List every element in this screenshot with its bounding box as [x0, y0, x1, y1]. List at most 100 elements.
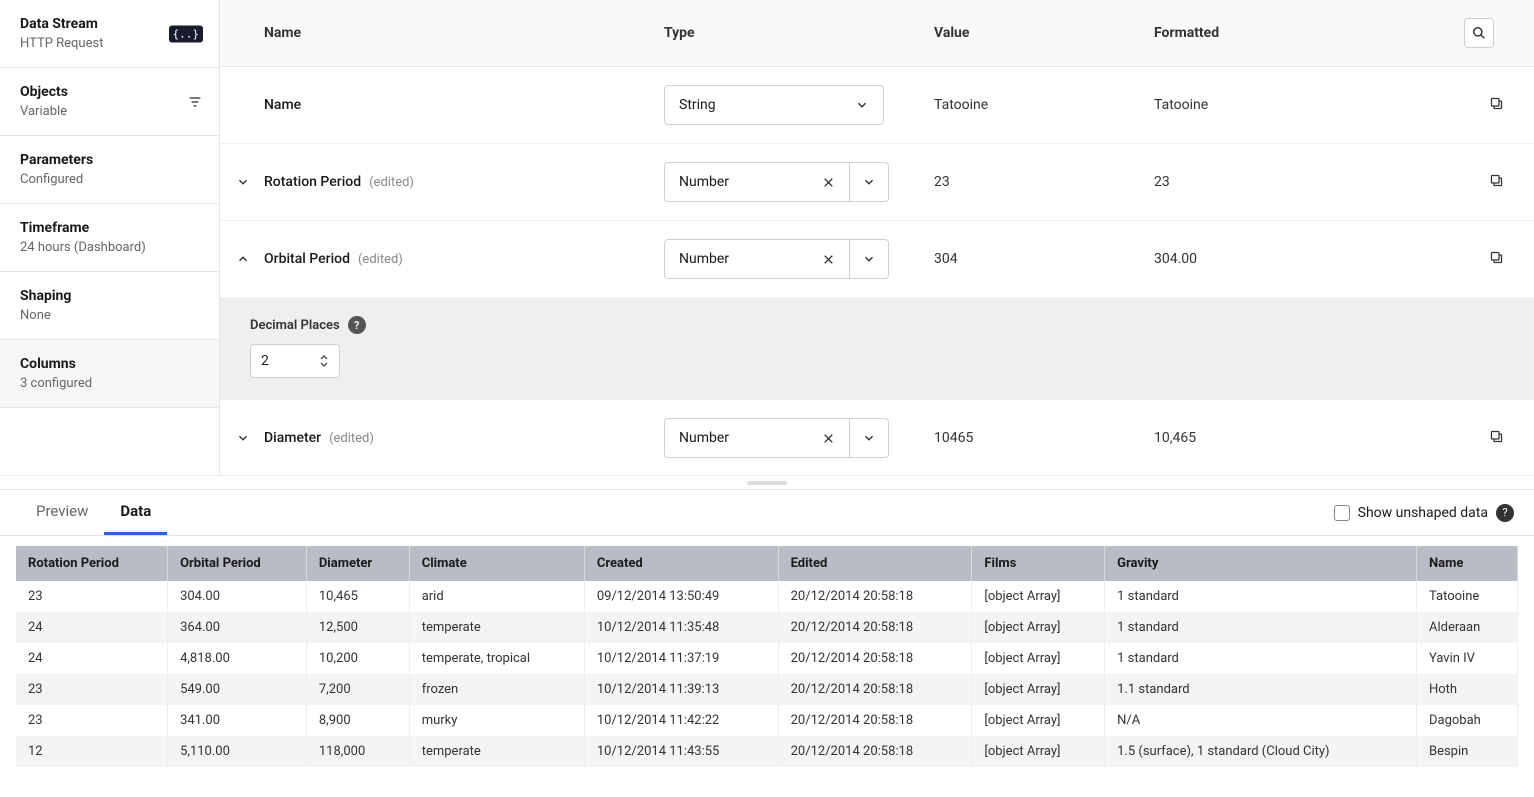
grid-cell: 10/12/2014 11:35:48 — [584, 612, 778, 643]
header-formatted: Formatted — [1154, 25, 1464, 41]
grid-cell: 10/12/2014 11:37:19 — [584, 643, 778, 674]
grid-cell: [object Array] — [972, 581, 1105, 612]
grid-header[interactable]: Diameter — [306, 546, 409, 581]
grid-header[interactable]: Climate — [409, 546, 584, 581]
stepper-icon[interactable] — [319, 353, 329, 369]
grid-cell: Dagobah — [1416, 705, 1517, 736]
grid-cell: frozen — [409, 674, 584, 705]
decimal-places-input[interactable]: 2 — [250, 344, 340, 378]
copy-icon[interactable] — [1489, 250, 1504, 265]
config-sidebar: Data Stream HTTP Request {..} Objects Va… — [0, 0, 220, 475]
type-select[interactable]: Number — [664, 239, 849, 279]
sidebar-item-columns[interactable]: Columns 3 configured — [0, 340, 219, 408]
table-row: 244,818.0010,200temperate, tropical10/12… — [16, 643, 1518, 674]
tab-data[interactable]: Data — [104, 490, 167, 535]
grid-cell: Alderaan — [1416, 612, 1517, 643]
grid-cell: 5,110.00 — [168, 736, 307, 767]
column-value: 304 — [934, 251, 1154, 267]
tab-preview[interactable]: Preview — [20, 490, 104, 535]
column-row: Name String Tatooine Tatooine — [220, 67, 1534, 144]
sidebar-item-objects[interactable]: Objects Variable — [0, 68, 219, 136]
data-grid-wrap[interactable]: Rotation PeriodOrbital PeriodDiameterCli… — [0, 536, 1534, 797]
grid-cell: N/A — [1105, 705, 1417, 736]
sidebar-item-subtitle: None — [20, 308, 199, 323]
sidebar-item-subtitle: Configured — [20, 172, 199, 187]
column-name: Orbital Period — [264, 251, 350, 267]
clear-icon[interactable] — [822, 432, 835, 445]
filter-icon — [187, 94, 203, 110]
clear-icon[interactable] — [822, 253, 835, 266]
grid-header[interactable]: Edited — [778, 546, 972, 581]
grid-cell: Hoth — [1416, 674, 1517, 705]
table-row: 23341.008,900murky10/12/2014 11:42:2220/… — [16, 705, 1518, 736]
grid-header[interactable]: Created — [584, 546, 778, 581]
column-value: Tatooine — [934, 97, 1154, 113]
column-value: 10465 — [934, 430, 1154, 446]
type-dropdown-button[interactable] — [849, 239, 889, 279]
grid-cell: 20/12/2014 20:58:18 — [778, 581, 972, 612]
copy-icon[interactable] — [1489, 429, 1504, 444]
column-formatted: Tatooine — [1154, 97, 1464, 113]
copy-icon[interactable] — [1489, 173, 1504, 188]
column-row: Diameter(edited) Number 10465 10,465 — [220, 400, 1534, 475]
grid-cell: temperate — [409, 612, 584, 643]
help-icon[interactable]: ? — [1496, 504, 1514, 522]
type-select[interactable]: String — [664, 85, 884, 125]
sidebar-item-subtitle: Variable — [20, 104, 199, 119]
type-select-value: String — [679, 97, 716, 113]
copy-icon[interactable] — [1489, 96, 1504, 111]
grid-cell: 20/12/2014 20:58:18 — [778, 612, 972, 643]
type-select[interactable]: Number — [664, 418, 849, 458]
type-select-value: Number — [679, 251, 729, 267]
grid-cell: 10/12/2014 11:42:22 — [584, 705, 778, 736]
sidebar-item-title: Columns — [20, 356, 199, 372]
grid-cell: 1 standard — [1105, 643, 1417, 674]
grid-cell: 10,465 — [306, 581, 409, 612]
grid-cell: arid — [409, 581, 584, 612]
chevron-down-icon — [855, 98, 869, 112]
edited-tag: (edited) — [329, 431, 374, 446]
grid-cell: 364.00 — [168, 612, 307, 643]
grid-cell: 1.1 standard — [1105, 674, 1417, 705]
expand-toggle[interactable] — [236, 431, 264, 445]
edited-tag: (edited) — [358, 252, 403, 267]
grid-cell: 4,818.00 — [168, 643, 307, 674]
clear-icon[interactable] — [822, 176, 835, 189]
sidebar-item-parameters[interactable]: Parameters Configured — [0, 136, 219, 204]
sidebar-item-title: Objects — [20, 84, 199, 100]
type-dropdown-button[interactable] — [849, 162, 889, 202]
type-select[interactable]: Number — [664, 162, 849, 202]
table-row: 23549.007,200frozen10/12/2014 11:39:1320… — [16, 674, 1518, 705]
sidebar-item-shaping[interactable]: Shaping None — [0, 272, 219, 340]
grid-cell: 20/12/2014 20:58:18 — [778, 736, 972, 767]
type-dropdown-button[interactable] — [849, 418, 889, 458]
grid-header[interactable]: Films — [972, 546, 1105, 581]
grid-cell: Yavin IV — [1416, 643, 1517, 674]
unshaped-checkbox[interactable] — [1334, 505, 1350, 521]
column-value: 23 — [934, 174, 1154, 190]
table-row: 125,110.00118,000temperate10/12/2014 11:… — [16, 736, 1518, 767]
sidebar-item-timeframe[interactable]: Timeframe 24 hours (Dashboard) — [0, 204, 219, 272]
table-row: 24364.0012,500temperate10/12/2014 11:35:… — [16, 612, 1518, 643]
grid-header[interactable]: Gravity — [1105, 546, 1417, 581]
grid-cell: 20/12/2014 20:58:18 — [778, 705, 972, 736]
grid-cell: 09/12/2014 13:50:49 — [584, 581, 778, 612]
header-type: Type — [664, 25, 934, 41]
help-icon[interactable]: ? — [348, 316, 366, 334]
resize-handle[interactable] — [0, 475, 1534, 489]
grid-header[interactable]: Name — [1416, 546, 1517, 581]
expand-toggle[interactable] — [236, 175, 264, 189]
code-icon: {..} — [169, 25, 204, 42]
grid-header[interactable]: Orbital Period — [168, 546, 307, 581]
grid-header[interactable]: Rotation Period — [16, 546, 168, 581]
search-button[interactable] — [1464, 18, 1494, 48]
grid-cell: Tatooine — [1416, 581, 1517, 612]
grid-cell: 20/12/2014 20:58:18 — [778, 674, 972, 705]
grid-cell: temperate — [409, 736, 584, 767]
column-formatted: 10,465 — [1154, 430, 1464, 446]
collapse-toggle[interactable] — [236, 252, 264, 266]
column-name: Rotation Period — [264, 174, 361, 190]
column-formatted: 23 — [1154, 174, 1464, 190]
sidebar-item-data-stream[interactable]: Data Stream HTTP Request {..} — [0, 0, 219, 68]
sidebar-item-subtitle: 24 hours (Dashboard) — [20, 240, 199, 255]
